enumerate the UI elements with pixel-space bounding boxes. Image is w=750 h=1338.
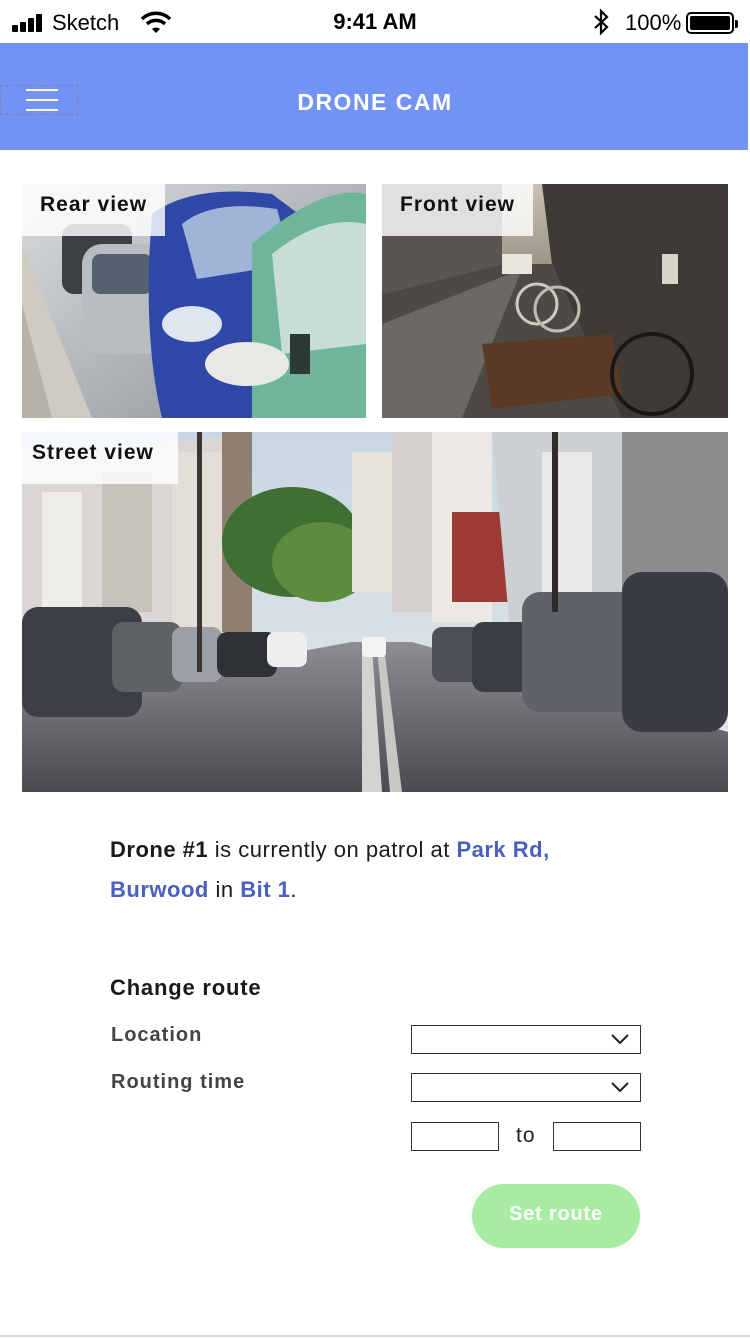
rear-view-label: Rear view: [22, 184, 166, 236]
time-to-input[interactable]: [553, 1122, 641, 1151]
status-text-part-3: .: [290, 877, 297, 902]
chevron-down-icon: [611, 1034, 629, 1045]
set-route-button[interactable]: Set route: [472, 1184, 640, 1248]
street-view-image: [22, 432, 728, 792]
battery-icon: [686, 12, 738, 34]
routing-time-label: Routing time: [111, 1071, 246, 1093]
bluetooth-icon: [594, 8, 609, 36]
status-text-part-2: in: [208, 877, 241, 902]
rear-view-camera[interactable]: Rear view: [22, 184, 366, 418]
street-view-camera[interactable]: Street view: [22, 432, 728, 792]
chevron-down-icon: [611, 1082, 629, 1093]
street-view-label: Street view: [22, 432, 178, 484]
bottom-divider: [0, 1335, 750, 1337]
area-link[interactable]: Bit 1: [240, 877, 290, 902]
status-text-part-1: is currently on patrol at: [208, 837, 457, 862]
location-label: Location: [111, 1024, 203, 1046]
routing-time-select[interactable]: [411, 1073, 641, 1102]
drone-status-text: Drone #1 is currently on patrol at Park …: [110, 830, 650, 910]
front-view-label: Front view: [382, 184, 534, 236]
app-header: DRONE CAM: [0, 43, 748, 150]
drone-id: Drone #1: [110, 837, 209, 862]
to-label: to: [516, 1124, 536, 1147]
battery-percent: 100%: [625, 10, 682, 35]
status-bar: Sketch 9:41 AM 100%: [0, 0, 750, 44]
time-from-input[interactable]: [411, 1122, 499, 1151]
front-view-camera[interactable]: Front view: [382, 184, 728, 418]
location-select[interactable]: [411, 1025, 641, 1054]
page-title: DRONE CAM: [297, 89, 453, 115]
change-route-heading: Change route: [110, 975, 262, 1000]
